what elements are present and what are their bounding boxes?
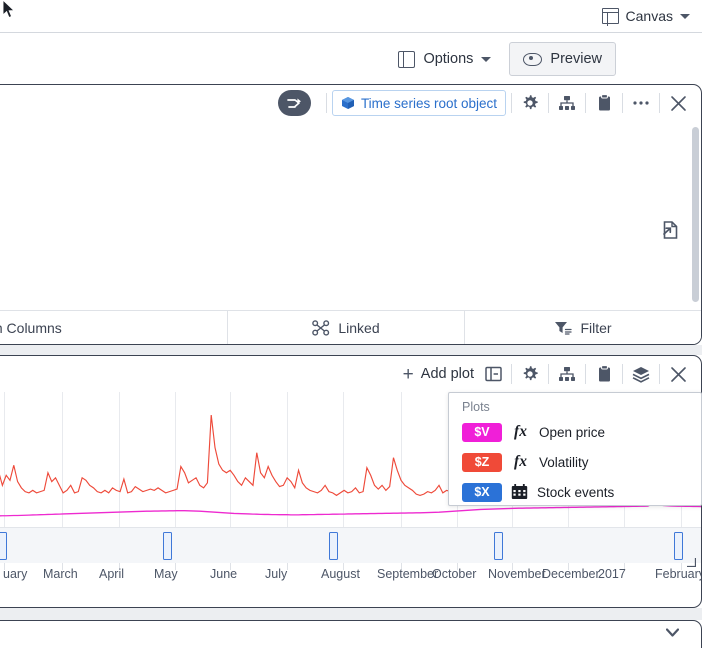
ellipsis-icon[interactable] <box>628 90 654 116</box>
panel-gap-lower <box>0 608 702 620</box>
object-panel: Time series root object Columns Linked F… <box>0 84 702 345</box>
layers-icon[interactable] <box>628 361 654 387</box>
axis-tick-label: 2017 <box>598 567 626 581</box>
chevron-down-icon[interactable] <box>666 628 679 637</box>
toolbar-divider <box>325 93 327 113</box>
bottom-panel <box>0 620 702 648</box>
tab-columns[interactable]: m Columns <box>0 311 228 344</box>
plus-icon: + <box>402 363 414 385</box>
axis-tick-label: December <box>542 567 600 581</box>
axis-tick-label: October <box>432 567 477 581</box>
canvas-label: Canvas <box>625 8 673 24</box>
branch-merge-icon[interactable] <box>277 90 311 116</box>
object-panel-scrollbar[interactable] <box>692 127 699 302</box>
stock-events-band[interactable] <box>0 527 701 565</box>
tab-columns-label: m Columns <box>0 319 62 336</box>
resize-grip-icon[interactable] <box>687 558 696 567</box>
linked-nodes-icon <box>312 319 330 336</box>
axis-tick-label: May <box>154 567 178 581</box>
sitemap-icon[interactable] <box>554 90 580 116</box>
gear-icon[interactable] <box>517 361 543 387</box>
tab-linked[interactable]: Linked <box>228 311 465 344</box>
add-plot-button[interactable]: + Add plot <box>397 361 480 387</box>
options-button[interactable]: Options <box>388 44 501 74</box>
panel-gap <box>0 345 702 355</box>
calendar-icon <box>511 484 528 499</box>
plot-item-label: Stock events <box>537 484 615 500</box>
axis-tick-label: uary <box>3 567 28 581</box>
object-panel-toolbar: Time series root object <box>0 85 701 121</box>
stock-event-marker[interactable] <box>163 532 172 560</box>
action-bar: Options Preview <box>0 32 702 85</box>
variable-chip: $X <box>462 482 502 502</box>
plot-item-open-price[interactable]: $V fx Open price <box>462 421 605 443</box>
axis-tick-label: March <box>43 567 78 581</box>
variable-chip: $V <box>462 422 502 442</box>
function-icon: fx <box>514 453 527 470</box>
layout-panel-icon <box>601 8 619 26</box>
panel-split-icon[interactable] <box>480 361 506 387</box>
preview-button[interactable]: Preview <box>509 42 616 76</box>
axis-tick-label: September <box>377 567 439 581</box>
clipboard-icon[interactable] <box>591 90 617 116</box>
toolbar-divider <box>585 364 586 384</box>
top-canvas-bar: Canvas <box>0 0 702 32</box>
plot-item-stock-events[interactable]: $X Stock events <box>462 481 614 503</box>
tab-linked-label: Linked <box>338 319 380 336</box>
close-icon[interactable] <box>665 361 691 387</box>
stock-event-marker[interactable] <box>0 532 7 560</box>
root-object-chip[interactable]: Time series root object <box>331 90 506 116</box>
preview-label: Preview <box>550 51 602 67</box>
filter-icon <box>555 321 573 335</box>
axis-tick-label: July <box>265 567 288 581</box>
variable-chip: $Z <box>462 452 502 472</box>
toolbar-divider <box>622 364 623 384</box>
plots-popover-title: Plots <box>462 400 490 414</box>
stock-event-marker[interactable] <box>674 532 683 560</box>
toolbar-divider <box>659 93 660 113</box>
canvas-menu-button[interactable]: Canvas <box>598 5 694 27</box>
toolbar-divider <box>548 364 549 384</box>
toolbar-divider <box>511 364 512 384</box>
stock-event-marker[interactable] <box>494 532 503 560</box>
plots-popover: Plots $V fx Open price $Z fx Volatility … <box>448 392 702 506</box>
cube-icon <box>341 97 354 109</box>
gear-icon[interactable] <box>517 90 543 116</box>
eye-icon <box>523 52 543 66</box>
panel-layout-icon <box>398 50 416 68</box>
add-plot-label: Add plot <box>420 366 474 382</box>
axis-tick-label: February <box>655 567 702 581</box>
mouse-pointer-icon <box>2 0 16 19</box>
function-icon: fx <box>514 423 527 440</box>
stock-event-marker[interactable] <box>329 532 338 560</box>
chart-x-axis: uary March April May June July August September… <box>0 563 701 591</box>
plot-item-label: Open price <box>539 424 606 440</box>
axis-tick-label: April <box>99 567 125 581</box>
toolbar-divider <box>511 93 512 113</box>
chevron-down-icon <box>481 56 492 62</box>
toolbar-divider <box>659 364 660 384</box>
sitemap-icon[interactable] <box>554 361 580 387</box>
tab-filter-label: Filter <box>580 319 612 336</box>
chevron-down-icon <box>680 13 690 19</box>
close-icon[interactable] <box>665 90 691 116</box>
document-export-icon[interactable] <box>661 220 679 240</box>
app-root: Canvas Options Preview Publish <box>0 0 702 648</box>
axis-tick-label: August <box>321 567 360 581</box>
root-object-label: Time series root object <box>360 95 497 111</box>
toolbar-divider <box>622 93 623 113</box>
object-panel-tabs: m Columns Linked Filter <box>0 310 701 344</box>
axis-tick-label: November <box>488 567 546 581</box>
tab-filter[interactable]: Filter <box>465 311 701 344</box>
clipboard-icon[interactable] <box>591 361 617 387</box>
options-label: Options <box>423 51 474 67</box>
plot-item-volatility[interactable]: $Z fx Volatility <box>462 451 589 473</box>
plot-panel-toolbar: + Add plot <box>0 356 701 392</box>
toolbar-divider <box>548 93 549 113</box>
plot-item-label: Volatility <box>539 454 589 470</box>
axis-tick-label: June <box>210 567 238 581</box>
toolbar-divider <box>585 93 586 113</box>
